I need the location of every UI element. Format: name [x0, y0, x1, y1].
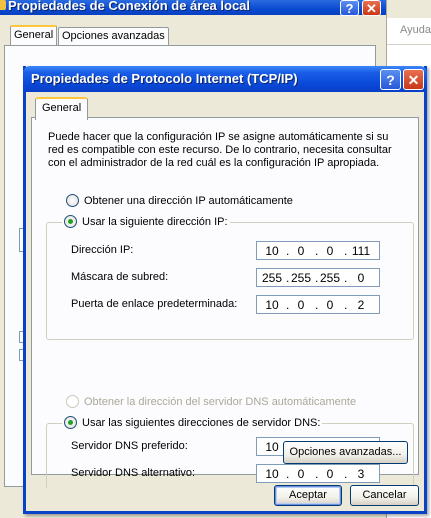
gateway-label: Puerta de enlace predeterminada: — [71, 298, 238, 310]
close-button[interactable]: ✕ — [403, 69, 424, 90]
gw-octet-2: 0 — [297, 298, 305, 312]
mask-dot: . — [286, 271, 290, 285]
dns-manual-option[interactable]: Usar las siguientes direcciones de servi… — [62, 416, 323, 429]
advanced-options-button[interactable]: Opciones avanzadas... — [283, 441, 408, 464]
dns-manual-radio[interactable] — [64, 416, 77, 429]
ip-auto-label: Obtener una dirección IP automáticamente — [84, 194, 293, 207]
ip-manual-label: Usar la siguiente dirección IP: — [82, 215, 228, 228]
adns-octet-3: 0 — [326, 467, 334, 481]
connection-properties-titlebar[interactable]: Propiedades de Conexión de área local ? … — [0, 0, 386, 16]
pdns-octet-1: 10 — [265, 440, 279, 454]
ip-octet-1: 10 — [265, 244, 279, 258]
back-tab-advanced[interactable]: Opciones avanzadas — [58, 27, 169, 46]
tcpip-properties-dialog: Propiedades de Protocolo Internet (TCP/I… — [23, 66, 427, 514]
background-app-divider — [387, 44, 431, 45]
ip-manual-group: Dirección IP: 10 . 0 . 0 . 111 Máscara d… — [46, 222, 414, 340]
network-icon — [0, 0, 6, 10]
gateway-input[interactable]: 10 . 0 . 0 . 2 — [256, 295, 380, 314]
alternate-dns-label: Servidor DNS alternativo: — [71, 467, 196, 479]
ip-manual-radio[interactable] — [64, 215, 77, 228]
ip-address-label: Dirección IP: — [71, 244, 134, 256]
gw-octet-1: 10 — [265, 298, 279, 312]
ip-octet-2: 0 — [297, 244, 305, 258]
subnet-mask-label: Máscara de subred: — [71, 271, 169, 283]
tab-general[interactable]: General — [35, 97, 89, 120]
tcpip-title: Propiedades de Protocolo Internet (TCP/I… — [31, 71, 298, 86]
ok-button[interactable]: Aceptar — [274, 485, 342, 506]
dns-auto-radio — [66, 395, 79, 408]
ip-description-text: Puede hacer que la configuración IP se a… — [48, 131, 392, 169]
ip-address-input[interactable]: 10 . 0 . 0 . 111 — [256, 241, 380, 260]
background-app-titlebar — [387, 0, 431, 18]
ip-auto-option[interactable]: Obtener una dirección IP automáticamente — [66, 194, 293, 207]
ip-auto-radio[interactable] — [66, 194, 79, 207]
adns-dot: . — [286, 467, 290, 481]
gw-octet-4: 2 — [357, 298, 365, 312]
connection-properties-title: Propiedades de Conexión de área local — [8, 0, 251, 13]
general-tab-panel: Puede hacer que la configuración IP se a… — [31, 117, 419, 489]
adns-octet-2: 0 — [297, 467, 305, 481]
ip-octet-4: 111 — [351, 244, 371, 258]
dns-auto-option: Obtener la dirección del servidor DNS au… — [66, 395, 356, 408]
mask-octet-3: 255 — [319, 271, 341, 285]
mask-octet-2: 255 — [290, 271, 312, 285]
adns-octet-4: 3 — [357, 467, 365, 481]
mask-octet-1: 255 — [261, 271, 283, 285]
adns-dot: . — [315, 467, 319, 481]
gw-dot: . — [344, 298, 348, 312]
adns-dot: . — [344, 467, 348, 481]
help-button[interactable]: ? — [380, 69, 401, 90]
ip-dot: . — [315, 244, 319, 258]
alternate-dns-input[interactable]: 10 . 0 . 0 . 3 — [256, 464, 380, 483]
gw-octet-3: 0 — [326, 298, 334, 312]
gw-dot: . — [286, 298, 290, 312]
ip-dot: . — [344, 244, 348, 258]
dns-auto-label: Obtener la dirección del servidor DNS au… — [84, 395, 357, 408]
mask-dot: . — [315, 271, 319, 285]
gw-dot: . — [315, 298, 319, 312]
ip-dot: . — [286, 244, 290, 258]
back-close-button[interactable]: ✕ — [362, 0, 381, 16]
subnet-mask-input[interactable]: 255 . 255 . 255 . 0 — [256, 268, 380, 287]
tcpip-titlebar[interactable]: Propiedades de Protocolo Internet (TCP/I… — [23, 66, 427, 92]
mask-octet-4: 0 — [357, 271, 365, 285]
ip-octet-3: 0 — [326, 244, 334, 258]
back-help-button[interactable]: ? — [340, 0, 359, 16]
mask-dot: . — [344, 271, 348, 285]
ip-manual-option[interactable]: Usar la siguiente dirección IP: — [62, 215, 230, 228]
cancel-button[interactable]: Cancelar — [350, 485, 419, 506]
dns-manual-label: Usar las siguientes direcciones de servi… — [82, 416, 321, 429]
back-tab-general[interactable]: General — [10, 25, 58, 47]
preferred-dns-label: Servidor DNS preferido: — [71, 440, 188, 452]
adns-octet-1: 10 — [265, 467, 279, 481]
background-app-help-menu[interactable]: Ayuda — [400, 24, 431, 36]
